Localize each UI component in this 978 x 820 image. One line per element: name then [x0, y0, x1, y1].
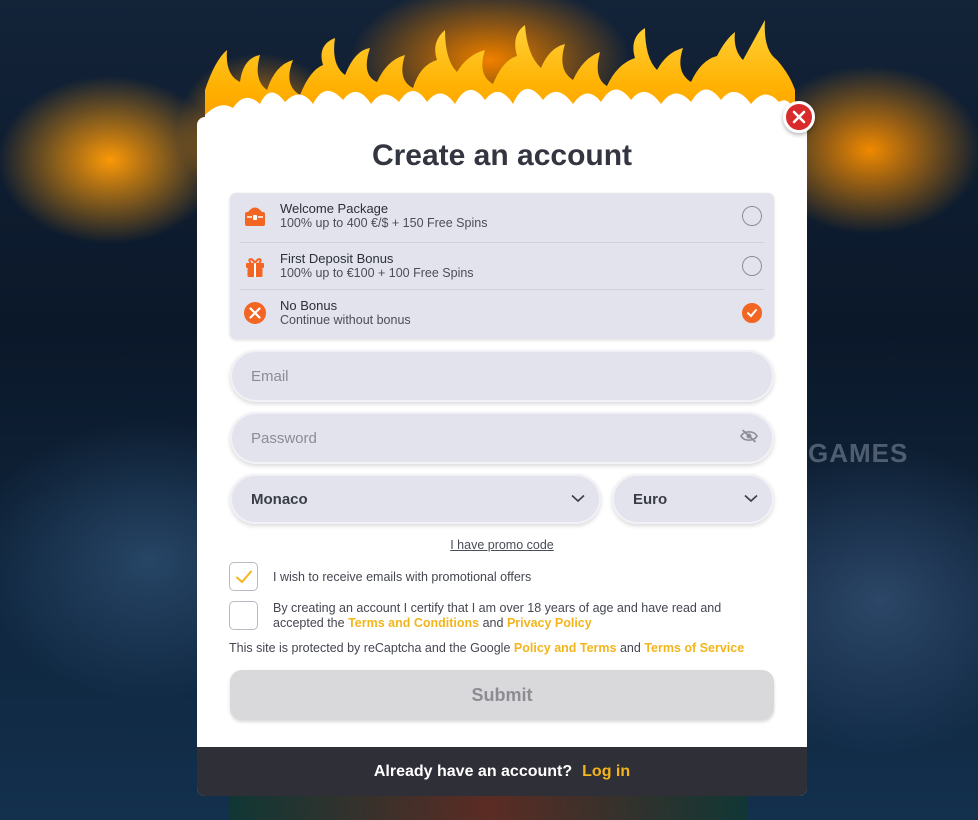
bonus-desc: 100% up to €100 + 100 Free Spins — [280, 265, 474, 280]
terms-label: By creating an account I certify that I … — [273, 601, 774, 631]
footer-text: Already have an account? — [373, 762, 573, 780]
terms-checkbox[interactable] — [229, 601, 258, 630]
bonus-option-first-deposit[interactable]: First Deposit Bonus 100% up to €100 + 10… — [240, 242, 764, 288]
terms-link[interactable]: Terms and Conditions — [348, 616, 479, 630]
submit-button[interactable]: Submit — [230, 670, 774, 720]
radio-first-deposit[interactable] — [742, 255, 762, 276]
promo-emails-checkbox[interactable] — [229, 562, 258, 591]
country-value: Monaco — [251, 490, 308, 508]
email-field[interactable]: Email — [230, 350, 774, 402]
radio-welcome[interactable] — [742, 206, 762, 226]
terms-row: By creating an account I certify that I … — [229, 601, 774, 631]
bonus-name: First Deposit Bonus — [280, 250, 394, 266]
promo-emails-label: I wish to receive emails with promotiona… — [273, 570, 532, 584]
currency-value: Euro — [633, 490, 668, 508]
login-link[interactable]: Log in — [582, 763, 630, 781]
recaptcha-tos-link[interactable]: Terms of Service — [644, 641, 744, 655]
recaptcha-notice: This site is protected by reCaptcha and … — [229, 641, 744, 655]
bonus-option-welcome[interactable]: Welcome Package 100% up to 400 €/$ + 150… — [240, 193, 764, 239]
chest-icon — [242, 203, 268, 229]
promo-emails-row: I wish to receive emails with promotiona… — [229, 562, 531, 591]
bonus-selector: Welcome Package 100% up to 400 €/$ + 150… — [230, 193, 774, 339]
close-icon — [792, 110, 806, 124]
background-watermark: GAMES — [808, 438, 909, 468]
and-text: and — [482, 616, 504, 630]
gift-icon — [242, 253, 268, 279]
recaptcha-policy-link[interactable]: Policy and Terms — [514, 641, 617, 655]
bonus-desc: 100% up to 400 €/$ + 150 Free Spins — [280, 216, 488, 230]
signup-modal: Create an account Welcome Package 100% u… — [197, 117, 807, 796]
eye-off-icon[interactable] — [740, 428, 758, 448]
password-field[interactable]: Password — [230, 412, 774, 464]
recaptcha-and: and — [619, 641, 641, 655]
chevron-down-icon — [744, 490, 758, 508]
country-select[interactable]: Monaco — [230, 474, 601, 524]
bonus-name: No Bonus — [280, 297, 338, 313]
flames-decoration — [205, 20, 795, 135]
close-button[interactable] — [783, 101, 815, 133]
check-icon — [747, 308, 757, 317]
currency-select[interactable]: Euro — [612, 474, 774, 524]
cancel-icon — [242, 300, 268, 326]
chevron-down-icon — [571, 490, 585, 508]
password-placeholder: Password — [251, 429, 317, 447]
check-icon — [235, 570, 252, 583]
bonus-name: Welcome Package — [280, 201, 389, 216]
privacy-link[interactable]: Privacy Policy — [507, 616, 592, 630]
email-placeholder: Email — [251, 367, 289, 385]
bonus-desc: Continue without bonus — [280, 312, 411, 327]
promo-code-link[interactable]: I have promo code — [197, 538, 807, 552]
modal-title: Create an account — [371, 139, 633, 172]
login-footer: Already have an account? Log in — [197, 747, 807, 796]
radio-no-bonus[interactable] — [742, 302, 762, 323]
recaptcha-text: This site is protected by reCaptcha and … — [229, 641, 511, 655]
bonus-option-no-bonus[interactable]: No Bonus Continue without bonus — [240, 289, 764, 335]
